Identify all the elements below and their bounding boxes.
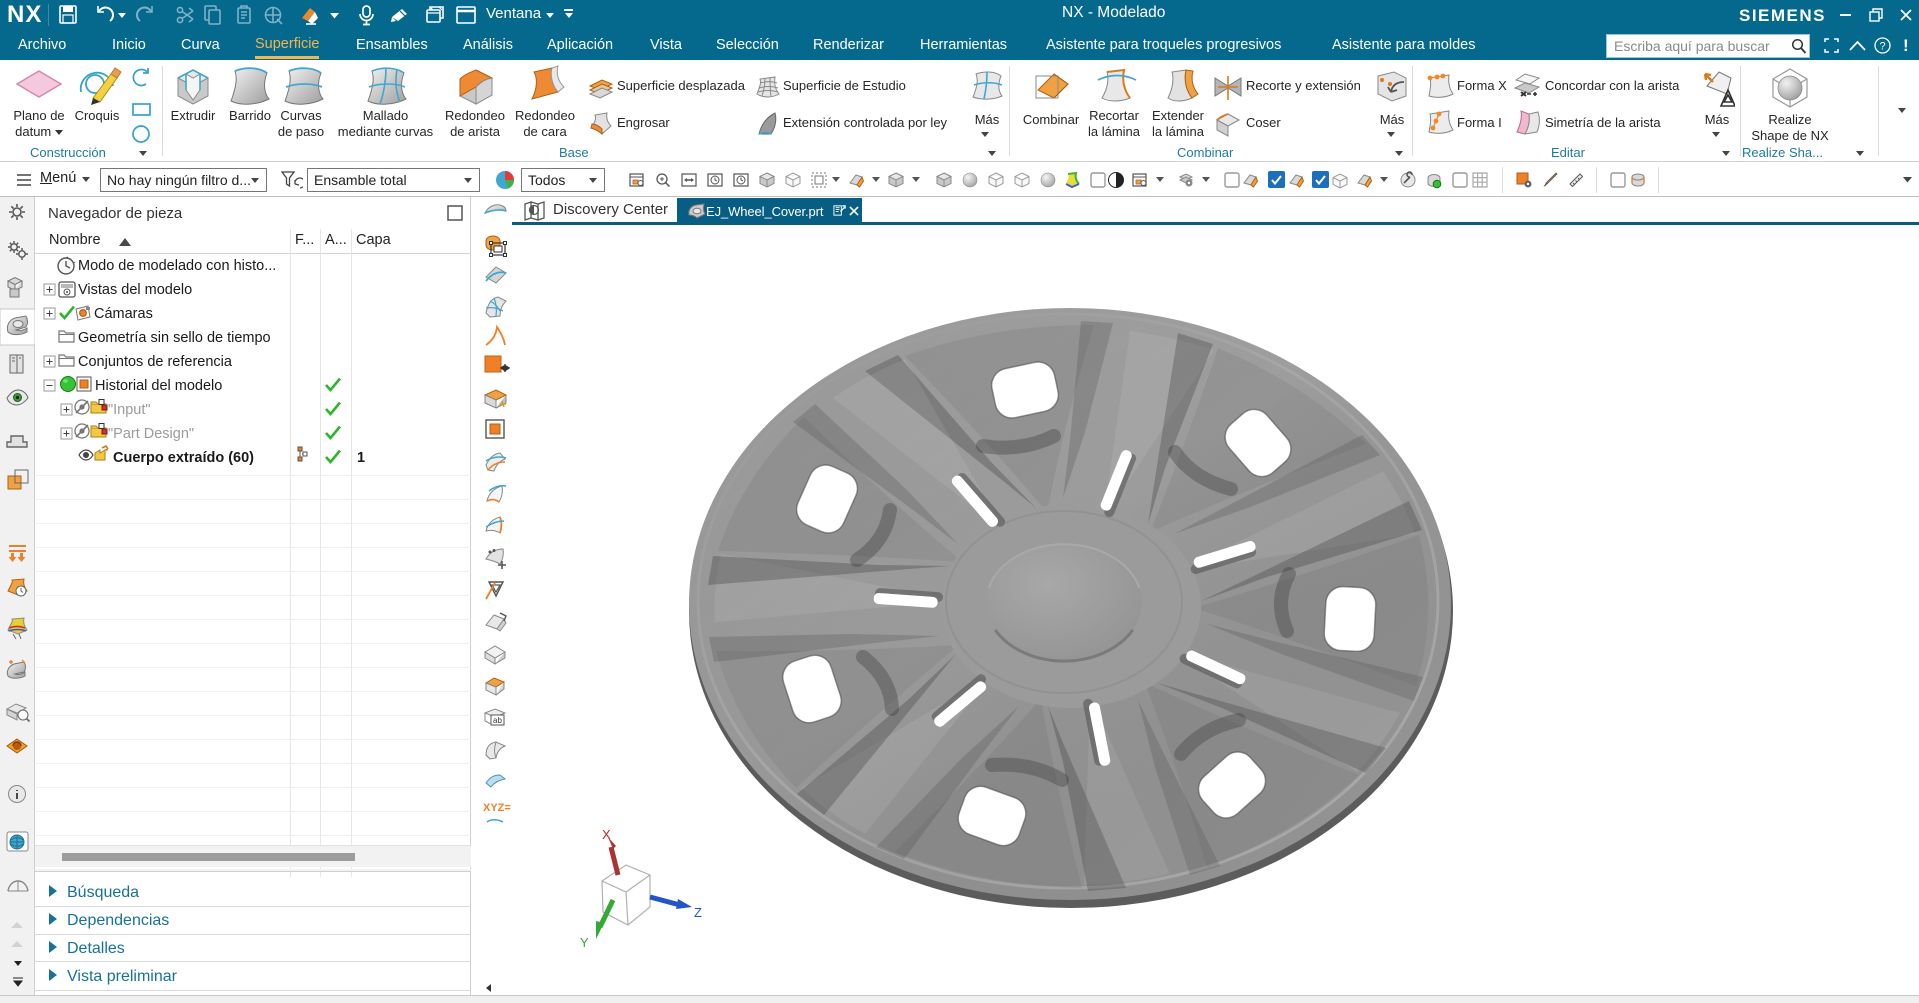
- svg-text:ab: ab: [493, 716, 502, 725]
- svg-text:Z: Z: [694, 905, 702, 920]
- svg-text:X: X: [602, 827, 611, 842]
- svg-text:?: ?: [1879, 41, 1885, 53]
- svg-text:XYZ=: XYZ=: [483, 802, 511, 814]
- svg-text:Y: Y: [580, 935, 589, 950]
